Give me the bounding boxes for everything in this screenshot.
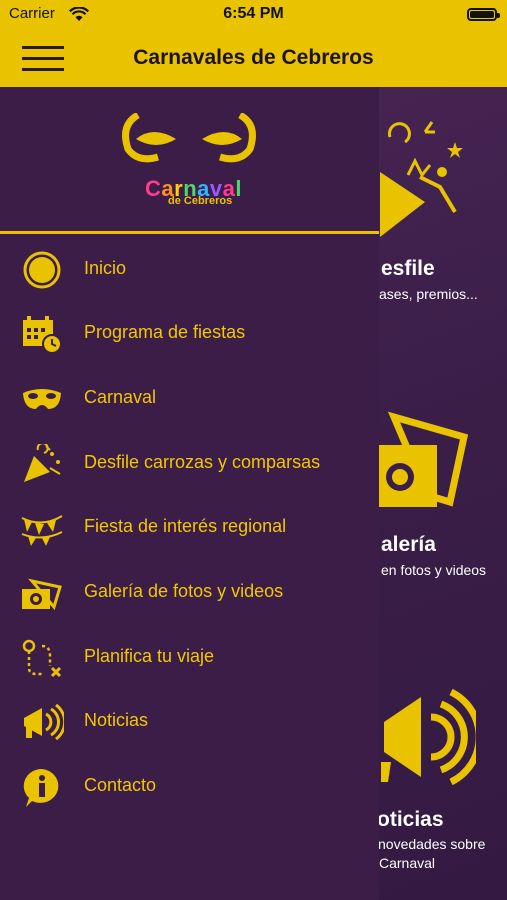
mask-icon bbox=[20, 379, 64, 419]
menu-item-7[interactable]: Planifica tu viaje bbox=[0, 628, 379, 684]
menu-item-4[interactable]: Desfile carrozas y comparsas bbox=[0, 434, 379, 490]
logo: Carnaval de Cebreros bbox=[0, 87, 379, 233]
menu-item-3[interactable]: Carnaval bbox=[0, 369, 379, 425]
menu-item-label: Contacto bbox=[84, 775, 157, 795]
galeria-card-title[interactable]: alería bbox=[381, 533, 436, 557]
megaphone-icon bbox=[381, 688, 476, 786]
status-bar: Carrier 6:54 PM bbox=[0, 0, 507, 30]
side-drawer: Carnaval de Cebreros Inicio Programa de … bbox=[0, 87, 379, 900]
logo-letter: C bbox=[145, 176, 162, 201]
navigation-bar: Carnavales de Cebreros bbox=[0, 30, 507, 87]
menu-item-9[interactable]: Contacto bbox=[0, 757, 379, 813]
menu-item-5[interactable]: Fiesta de interés regional bbox=[0, 498, 379, 554]
logo-subtitle: de Cebreros bbox=[168, 195, 233, 207]
megaphone-icon bbox=[20, 702, 67, 742]
menu-item-label: Inicio bbox=[84, 258, 127, 278]
bunting-icon bbox=[20, 508, 64, 548]
logo-letter: l bbox=[235, 176, 243, 201]
photo-icon bbox=[377, 411, 469, 507]
calendar-clock-icon bbox=[20, 314, 64, 354]
noticias-card-subtitle: novedades sobre bbox=[378, 836, 486, 852]
party-popper-icon bbox=[20, 442, 64, 484]
carnival-mask-logo bbox=[122, 113, 256, 163]
menu-item-6[interactable]: Galería de fotos y videos bbox=[0, 563, 379, 619]
menu-item-1[interactable]: Inicio bbox=[0, 240, 379, 296]
menu-item-label: Noticias bbox=[84, 710, 149, 730]
drawer-divider bbox=[0, 231, 379, 234]
page-title: Carnavales de Cebreros bbox=[133, 46, 374, 69]
galeria-card-subtitle: en fotos y videos bbox=[381, 562, 487, 578]
menu-item-label: Galería de fotos y videos bbox=[84, 581, 284, 601]
info-icon bbox=[20, 767, 64, 807]
menu-item-8[interactable]: Noticias bbox=[0, 692, 379, 748]
clock: 6:54 PM bbox=[223, 5, 284, 22]
noticias-card-title[interactable]: oticias bbox=[377, 808, 444, 832]
menu-item-label: Programa de fiestas bbox=[84, 322, 246, 342]
camera-icon bbox=[20, 573, 64, 613]
battery-icon bbox=[467, 8, 500, 21]
menu-item-label: Carnaval bbox=[84, 387, 157, 407]
menu-item-label: Fiesta de interés regional bbox=[84, 516, 287, 536]
menu-item-label: Planifica tu viaje bbox=[84, 646, 215, 666]
desfile-card-subtitle: ases, premios... bbox=[379, 286, 478, 302]
route-icon bbox=[20, 638, 64, 678]
party-popper-icon bbox=[380, 121, 463, 237]
desfile-card-title[interactable]: esfile bbox=[381, 257, 435, 281]
menu-item-2[interactable]: Programa de fiestas bbox=[0, 304, 379, 360]
circle-icon bbox=[20, 250, 64, 290]
noticias-card-subtitle-2: Carnaval bbox=[379, 855, 436, 871]
menu-item-label: Desfile carrozas y comparsas bbox=[84, 452, 321, 472]
